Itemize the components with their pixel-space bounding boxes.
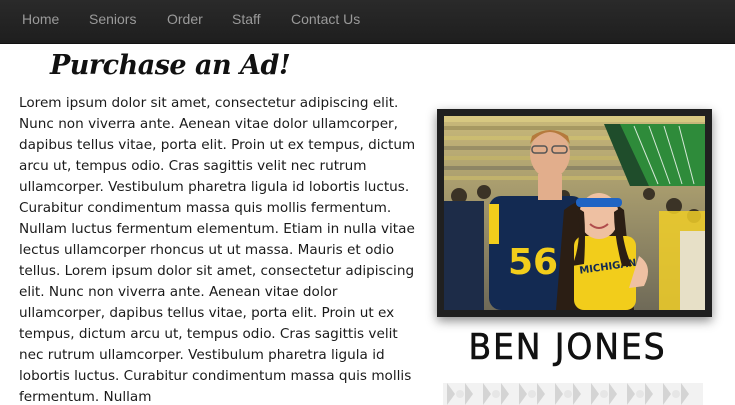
svg-text:56: 56 [508, 242, 558, 283]
senior-name-text: BEN JONES [468, 327, 667, 369]
decorative-flourish-icon [443, 383, 703, 405]
nav-home-link[interactable]: Home [22, 11, 59, 27]
nav-contact-us-link[interactable]: Contact Us [291, 11, 360, 27]
body-paragraph: Lorem ipsum dolor sit amet, consectetur … [19, 95, 416, 405]
page-title: Purchase an Ad! [50, 50, 291, 81]
nav-staff-link[interactable]: Staff [232, 11, 261, 27]
senior-photo: 56 MICHIGAN [444, 116, 705, 310]
nav-order-link[interactable]: Order [167, 11, 203, 27]
top-navbar: Home Seniors Order Staff Contact Us [0, 0, 735, 44]
senior-photo-frame: 56 MICHIGAN [437, 109, 712, 317]
senior-name: BEN JONES [441, 327, 694, 369]
nav-seniors-link[interactable]: Seniors [89, 11, 136, 27]
